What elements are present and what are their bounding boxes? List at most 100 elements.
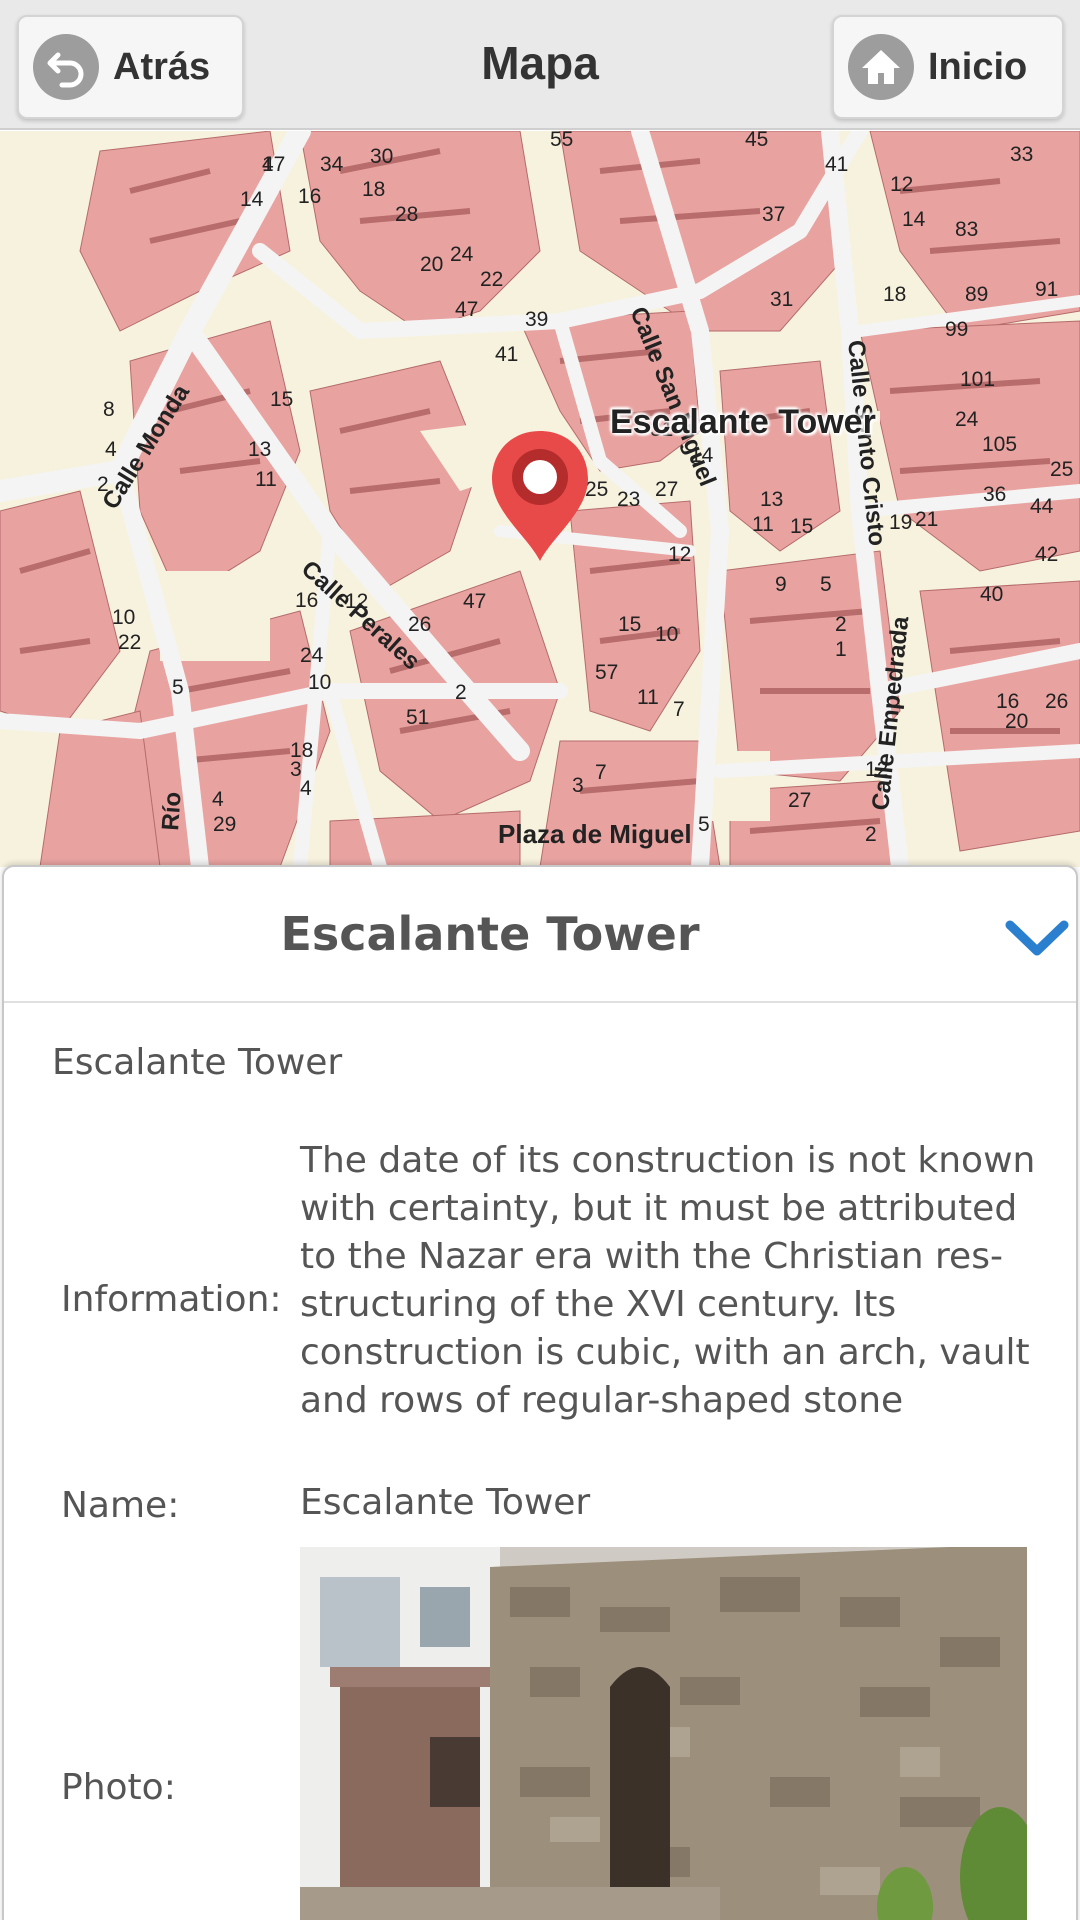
- house-number: 10: [655, 623, 678, 646]
- house-number: 22: [118, 631, 141, 654]
- house-number: 27: [655, 478, 678, 501]
- house-number: 20: [1005, 710, 1028, 733]
- house-number: 14: [240, 188, 264, 211]
- house-number: 22: [480, 268, 503, 291]
- map-view[interactable]: Calle Monda Calle Perales Calle San Migu…: [0, 131, 1080, 867]
- house-number: 34: [320, 153, 344, 176]
- house-number: 2: [865, 823, 877, 846]
- house-number: 5: [172, 676, 184, 699]
- house-number: 47: [463, 590, 486, 613]
- house-number: 4: [212, 788, 224, 811]
- home-button-label: Inicio: [928, 45, 1028, 88]
- house-number: 83: [955, 218, 978, 241]
- house-number: 41: [495, 343, 518, 366]
- house-number: 20: [420, 253, 443, 276]
- house-number: 1: [835, 638, 847, 661]
- house-number: 29: [213, 813, 236, 836]
- house-number: 41: [825, 153, 848, 176]
- house-number: 31: [770, 288, 793, 311]
- house-number: 99: [945, 318, 968, 341]
- house-number: 24: [955, 408, 979, 431]
- house-number: 19: [889, 511, 912, 534]
- house-number: 24: [450, 243, 474, 266]
- house-number: 14: [690, 444, 714, 467]
- house-number: 36: [983, 483, 1006, 506]
- house-number: 11: [752, 513, 774, 536]
- panel-title: Escalante Tower: [280, 907, 700, 961]
- poi-label[interactable]: Escalante Tower: [610, 403, 876, 442]
- street-label: Plaza de Miguel: [498, 819, 692, 849]
- house-number: 44: [1030, 495, 1054, 518]
- house-number: 15: [618, 613, 641, 636]
- house-number: 2: [97, 473, 109, 496]
- house-number: 40: [980, 583, 1003, 606]
- house-number: 5: [820, 573, 832, 596]
- house-number: 30: [370, 145, 393, 168]
- house-number: 57: [595, 661, 618, 684]
- house-number: 26: [1045, 690, 1068, 713]
- house-number: 47: [455, 298, 478, 321]
- house-number: 7: [673, 698, 685, 721]
- name-label: Name:: [61, 1485, 180, 1526]
- house-number: 11: [637, 686, 659, 709]
- house-number: 13: [248, 438, 271, 461]
- house-number: 91: [1035, 278, 1058, 301]
- house-number: 10: [308, 671, 331, 694]
- house-number: 27: [788, 789, 811, 812]
- house-number: 18: [362, 178, 385, 201]
- house-number: 5: [698, 813, 710, 836]
- house-number: 33: [1010, 143, 1033, 166]
- house-number: 23: [617, 488, 640, 511]
- photo-label: Photo:: [61, 1767, 176, 1808]
- house-number: 15: [270, 388, 293, 411]
- house-number: 51: [406, 706, 429, 729]
- map-marker-icon[interactable]: [488, 427, 592, 565]
- house-number: 9: [775, 573, 787, 596]
- house-number: 25: [1050, 458, 1073, 481]
- panel-header[interactable]: Escalante Tower: [4, 867, 1076, 1003]
- house-number: 15: [790, 515, 813, 538]
- house-number: 39: [525, 308, 548, 331]
- home-icon: [848, 34, 914, 100]
- house-number: 42: [1035, 543, 1058, 566]
- house-number: 16: [295, 589, 318, 612]
- house-number: 14: [902, 208, 926, 231]
- house-number: 28: [395, 203, 418, 226]
- house-number: 24: [300, 644, 324, 667]
- house-number: 8: [103, 398, 115, 421]
- house-number: 4: [300, 777, 312, 800]
- house-number: 16: [298, 185, 321, 208]
- house-number: 3: [572, 774, 584, 797]
- house-number: 2: [455, 681, 467, 704]
- back-arrow-icon: [33, 34, 99, 100]
- house-number: 45: [745, 131, 768, 151]
- house-number: 105: [982, 433, 1017, 456]
- house-number: 2: [835, 613, 847, 636]
- back-button[interactable]: Atrás: [17, 15, 244, 119]
- house-number: 21: [915, 508, 938, 531]
- name-value: Escalante Tower: [300, 1482, 591, 1523]
- house-number: 26: [408, 613, 431, 636]
- house-number: 10: [112, 606, 135, 629]
- street-label: Río: [157, 791, 187, 831]
- page-title: Mapa: [481, 37, 599, 89]
- house-number: 12: [890, 173, 913, 196]
- house-number: 7: [595, 761, 607, 784]
- house-number: 13: [760, 488, 783, 511]
- tower-photo[interactable]: [300, 1547, 1027, 1920]
- chevron-down-icon[interactable]: [1004, 917, 1070, 963]
- house-number: 4: [262, 153, 274, 176]
- house-number: 18: [883, 283, 906, 306]
- house-number: 55: [550, 131, 573, 151]
- house-number: 101: [960, 368, 995, 391]
- top-bar: Atrás Mapa Inicio: [0, 0, 1080, 130]
- house-number: 12: [865, 758, 888, 781]
- house-number: 4: [105, 438, 117, 461]
- house-number: 12: [345, 590, 368, 613]
- home-button[interactable]: Inicio: [832, 15, 1064, 119]
- information-label: Information:: [61, 1279, 282, 1320]
- house-number: 11: [255, 468, 277, 491]
- panel-subtitle: Escalante Tower: [52, 1042, 343, 1083]
- back-button-label: Atrás: [113, 45, 211, 88]
- house-number: 89: [965, 283, 988, 306]
